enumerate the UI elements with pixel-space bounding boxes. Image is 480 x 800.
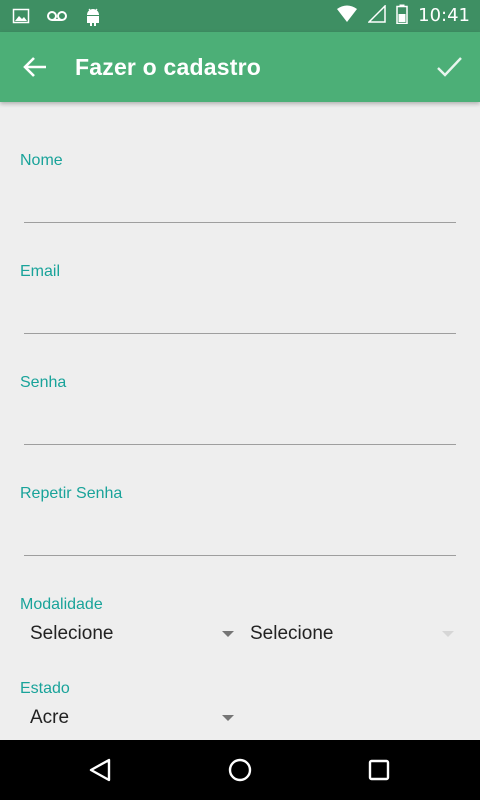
modalidade-secondary-selected: Selecione — [250, 623, 334, 644]
status-time: 10:41 — [418, 5, 470, 26]
estado-label: Estado — [20, 680, 70, 697]
senha-label: Senha — [20, 374, 67, 391]
signup-form: Nome Email Senha Repetir Senha Modalidad… — [0, 102, 480, 740]
status-system: 10:41 — [336, 4, 470, 28]
voicemail-icon — [46, 7, 68, 29]
nome-input[interactable] — [24, 186, 456, 223]
signal-icon — [367, 4, 386, 27]
senha-input[interactable] — [24, 408, 456, 445]
modalidade-secondary-spinner[interactable]: Selecione — [250, 618, 454, 650]
email-label: Email — [20, 263, 61, 280]
arrow-back-icon — [23, 57, 46, 77]
confirm-button[interactable] — [434, 52, 464, 82]
repetir-senha-label: Repetir Senha — [20, 485, 123, 502]
estado-selected: Acre — [30, 707, 70, 728]
home-circle-icon — [228, 758, 252, 782]
back-triangle-icon — [89, 758, 111, 782]
android-icon — [84, 6, 102, 30]
modalidade-selected: Selecione — [30, 623, 114, 644]
app-bar: Fazer o cadastro — [0, 32, 480, 102]
nav-recents-button[interactable] — [363, 754, 395, 786]
recents-square-icon — [368, 759, 390, 781]
navigation-bar — [0, 740, 480, 800]
nome-label: Nome — [20, 152, 63, 169]
email-input[interactable] — [24, 297, 456, 334]
battery-icon — [396, 4, 408, 28]
page-title: Fazer o cadastro — [75, 54, 261, 80]
status-bar: 10:41 — [0, 0, 480, 32]
dropdown-caret-icon — [442, 631, 454, 637]
wifi-icon — [336, 5, 358, 27]
image-icon — [12, 7, 30, 29]
nav-back-button[interactable] — [84, 754, 116, 786]
status-notifications — [12, 6, 102, 30]
check-icon — [437, 57, 462, 77]
dropdown-caret-icon — [222, 631, 234, 637]
dropdown-caret-icon — [222, 715, 234, 721]
estado-spinner[interactable]: Acre — [30, 702, 234, 734]
modalidade-spinner[interactable]: Selecione — [30, 618, 234, 650]
repetir-senha-input[interactable] — [24, 519, 456, 556]
modalidade-label: Modalidade — [20, 596, 103, 613]
nav-home-button[interactable] — [224, 754, 256, 786]
back-button[interactable] — [22, 53, 50, 81]
